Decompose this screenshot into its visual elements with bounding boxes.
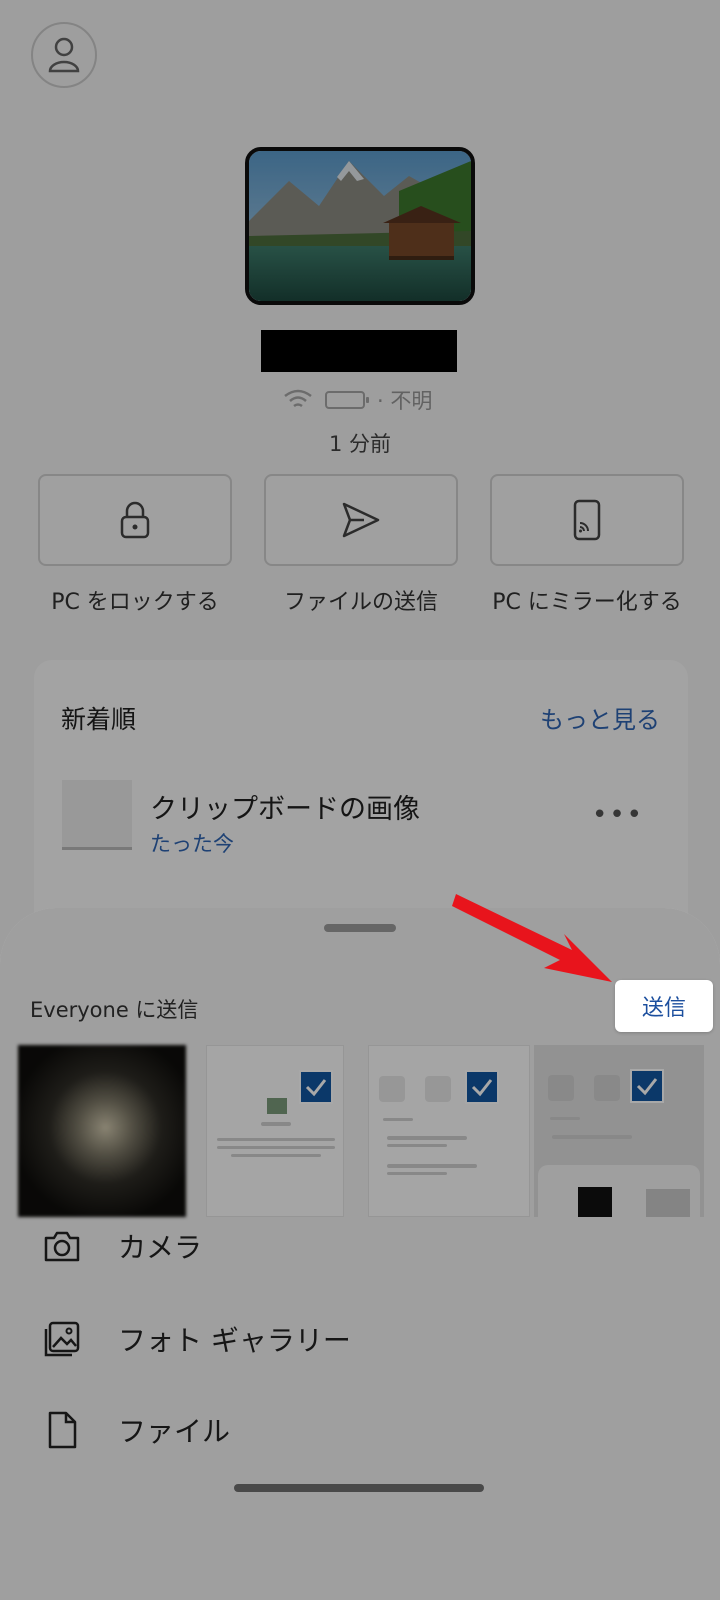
recent-images-strip [18,1045,720,1220]
mini-line [387,1164,477,1168]
mini-line [550,1117,580,1120]
mini-tile [379,1076,405,1102]
mini-line [387,1172,447,1175]
photo-gallery-label: フォト ギャラリー [118,1324,351,1357]
annotation-arrow-icon [452,894,612,982]
check-icon [305,1079,327,1097]
mini-tile [594,1075,620,1101]
camera-icon [42,1226,82,1266]
mini-line [217,1138,335,1141]
mini-line [387,1136,467,1140]
sheet-title: Everyone に送信 [30,998,199,1022]
mini-line [261,1122,291,1126]
photo-gallery-icon [42,1319,82,1359]
image-thumbnail[interactable] [368,1045,530,1217]
mini-line [217,1146,335,1149]
mini-line [231,1154,321,1157]
mini-line [387,1144,447,1147]
gesture-nav-bar[interactable] [234,1484,484,1492]
camera-label: カメラ [118,1231,203,1264]
photo-gallery-option[interactable]: フォト ギャラリー [0,1299,720,1379]
selected-checkbox[interactable] [299,1070,333,1104]
mini-tile [425,1076,451,1102]
file-option[interactable]: ファイル [0,1390,720,1470]
file-label: ファイル [118,1415,231,1448]
send-bottom-sheet: Everyone に送信 カメラ フォト ギャラリー ファイル 送信 [0,908,720,1600]
image-thumbnail[interactable] [534,1045,704,1217]
selected-checkbox[interactable] [465,1070,499,1104]
image-thumbnail[interactable] [18,1045,186,1217]
drag-handle[interactable] [324,924,396,932]
image-thumbnail[interactable] [206,1045,344,1217]
camera-option[interactable]: カメラ [0,1206,720,1286]
mini-tile [548,1075,574,1101]
check-icon [636,1078,658,1096]
mini-image [267,1098,287,1114]
file-icon [42,1410,82,1450]
mini-line [552,1135,632,1139]
check-icon [471,1079,493,1097]
mini-line [383,1118,413,1121]
selected-checkbox[interactable] [630,1069,664,1103]
